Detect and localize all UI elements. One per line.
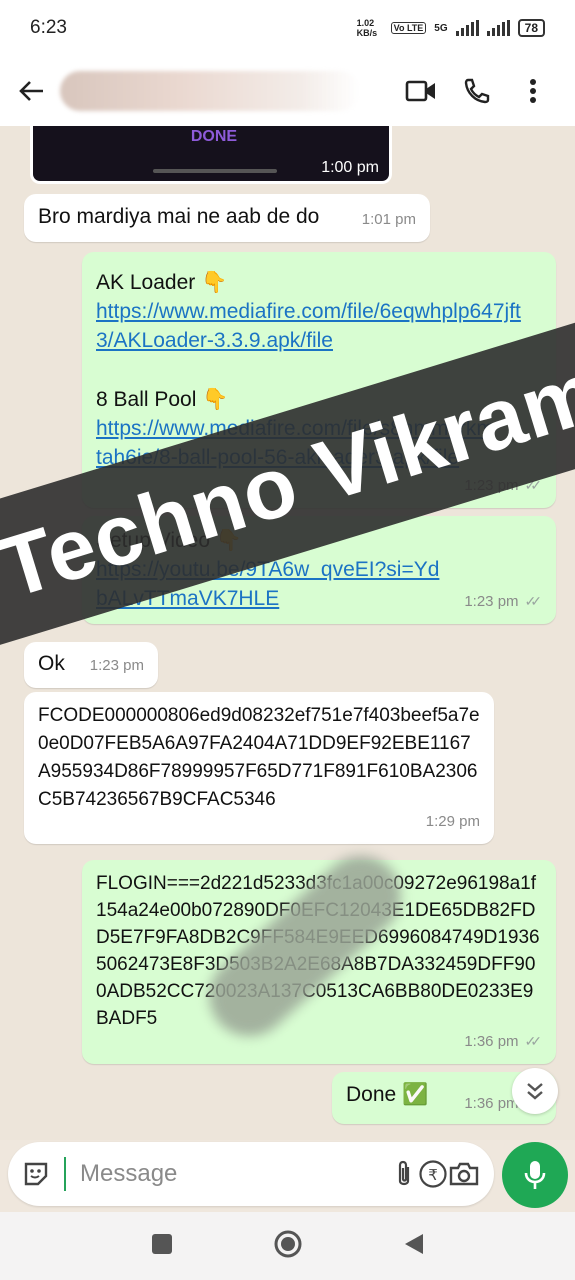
status-bar: 6:23 1.02 KB/s Vo LTE 5G 78: [0, 0, 575, 56]
network-speed: 1.02 KB/s: [356, 18, 378, 38]
message-time: 1:00 pm: [321, 159, 379, 176]
message-input[interactable]: [64, 1157, 390, 1191]
chat-area[interactable]: DONE 1:00 pm Bro mardiya mai ne aab de d…: [0, 126, 575, 1140]
nav-circle-icon[interactable]: [273, 1229, 303, 1264]
volte-badge: Vo LTE: [390, 22, 427, 34]
message-composer: ₹: [8, 1142, 494, 1206]
incoming-message[interactable]: FCODE000000806ed9d08232ef751e7f403beef5a…: [24, 692, 494, 844]
rupee-icon[interactable]: ₹: [418, 1152, 448, 1196]
video-progress-bar: [153, 169, 277, 173]
double-tick-icon: ✓✓: [524, 1033, 543, 1049]
nav-back-icon[interactable]: [403, 1232, 425, 1261]
incoming-message[interactable]: Ok 1:23 pm: [24, 642, 158, 688]
camera-icon[interactable]: [448, 1152, 480, 1196]
system-nav-bar: [0, 1212, 575, 1280]
chat-app-bar: [0, 56, 575, 126]
mic-button[interactable]: [502, 1142, 568, 1208]
message-time: 1:29 pm: [425, 813, 480, 830]
network-type: 5G: [434, 22, 448, 34]
message-time: 1:36 pm: [464, 1033, 519, 1050]
message-time: 1:36 pm: [464, 1095, 519, 1112]
video-done-label: DONE: [190, 128, 238, 145]
svg-text:₹: ₹: [428, 1166, 438, 1184]
mic-icon: [524, 1161, 546, 1189]
message-time: 1:23 pm: [89, 657, 144, 674]
message-text: FCODE000000806ed9d08232ef751e7f403beef5a…: [38, 705, 480, 810]
double-chevron-down-icon[interactable]: [512, 1068, 558, 1114]
message-text: Bro mardiya mai ne aab de do: [38, 205, 320, 228]
double-tick-icon: ✓✓: [524, 593, 543, 609]
phone-icon[interactable]: [449, 66, 505, 116]
attach-icon[interactable]: [390, 1152, 418, 1196]
message-text: Done ✅: [346, 1083, 429, 1106]
message-link[interactable]: https://www.mediafire.com/file/6eqwhplp6…: [96, 297, 526, 355]
status-time: 6:23: [30, 17, 67, 38]
sticker-icon[interactable]: [22, 1152, 50, 1196]
video-call-icon[interactable]: [393, 66, 449, 116]
status-icons: 1.02 KB/s Vo LTE 5G 78: [357, 18, 545, 38]
back-arrow-icon[interactable]: [14, 74, 48, 108]
signal-icon: [455, 20, 479, 36]
video-message[interactable]: DONE 1:00 pm: [30, 126, 392, 184]
signal-icon-2: [486, 20, 510, 36]
message-text: Ok: [38, 652, 65, 675]
message-time: 1:01 pm: [361, 211, 416, 228]
battery-icon: 78: [517, 19, 545, 37]
more-vert-icon[interactable]: [505, 66, 561, 116]
message-time: 1:23 pm: [464, 593, 519, 610]
nav-square-icon[interactable]: [151, 1233, 173, 1260]
incoming-message[interactable]: Bro mardiya mai ne aab de do 1:01 pm: [24, 194, 430, 242]
contact-name-blurred[interactable]: [60, 71, 360, 111]
message-title: AK Loader 👇: [96, 271, 228, 294]
